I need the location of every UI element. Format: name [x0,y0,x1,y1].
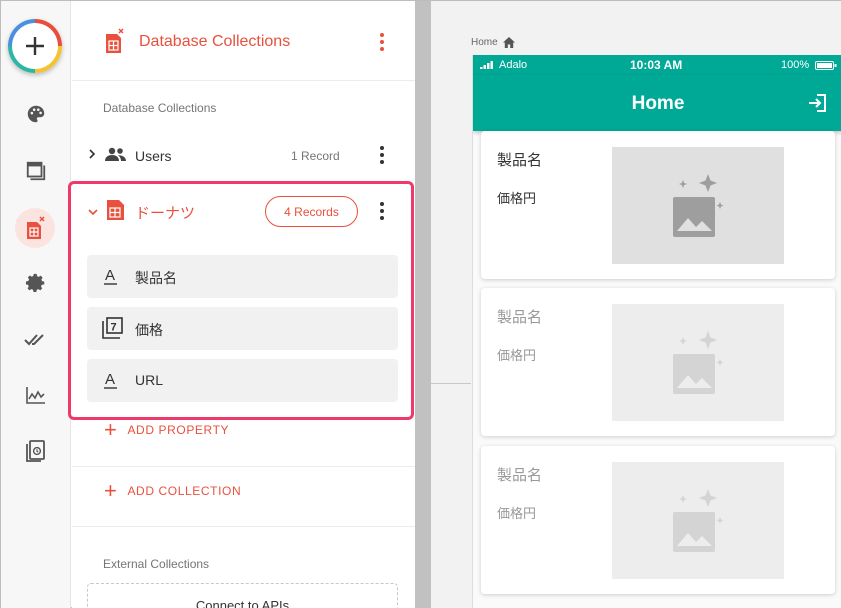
list-item-card[interactable]: 製品名 価格円 [481,288,835,436]
battery-percent: 100% [781,59,810,71]
plus-icon: + [104,478,118,503]
divider [72,466,415,467]
analytics-chart-icon[interactable] [18,377,54,413]
branding-palette-icon[interactable] [18,96,54,132]
collection-record-count: 1 Record [291,149,340,163]
product-price: 価格円 [497,348,537,363]
image-placeholder [612,147,784,264]
product-price: 価格円 [497,506,537,521]
screen-title: Home [631,93,685,114]
list-item-card[interactable]: 製品名 価格円 [481,446,835,594]
app-bar: Home [473,75,841,131]
panel-title: Database Collections [139,33,291,50]
plus-icon [26,37,44,55]
screens-icon[interactable] [18,153,54,189]
logout-icon[interactable] [807,93,827,118]
database-collections-icon [104,28,126,59]
database-icon[interactable] [15,208,55,248]
settings-gear-icon[interactable] [18,265,54,301]
status-time: 10:03 AM [630,58,683,72]
product-name: 製品名 [497,152,543,169]
collection-row-users[interactable]: Users 1 Record [72,135,415,175]
connect-apis-button[interactable]: Connect to APIs [87,583,398,608]
plus-icon: + [104,417,118,442]
collection-name: Users [135,148,172,164]
image-placeholder-icon [673,488,724,552]
highlight-box [68,181,414,420]
add-collection-button[interactable]: + ADD COLLECTION [104,478,242,503]
chevron-right-icon[interactable] [88,148,96,162]
panel-scrollbar[interactable] [415,1,431,608]
divider [72,526,415,527]
add-property-button[interactable]: + ADD PROPERTY [104,417,230,442]
battery-icon [815,61,837,70]
app-window: Database Collections Database Collection… [0,0,841,608]
status-bar: Adalo 10:03 AM 100% [473,55,841,75]
image-placeholder [612,304,784,421]
image-placeholder-icon [673,330,724,394]
users-group-icon [105,147,127,166]
link-connector [431,383,471,384]
screen-breadcrumb[interactable]: Home [471,37,515,48]
add-collection-label: ADD COLLECTION [127,484,242,498]
product-price: 価格円 [497,191,537,206]
publish-checks-icon[interactable] [18,321,54,357]
add-property-label: ADD PROPERTY [127,423,230,437]
versions-clipboard-icon[interactable] [18,433,54,469]
product-name: 製品名 [497,467,543,484]
home-icon [502,37,515,48]
product-name: 製品名 [497,309,543,326]
panel-header: Database Collections [72,1,415,81]
panel-menu-button[interactable] [372,30,392,54]
collection-menu-button[interactable] [372,143,392,167]
list-item-card[interactable]: 製品名 価格円 [481,131,835,279]
left-icon-rail [1,1,71,608]
section-label-external: External Collections [103,557,210,571]
carrier-label: Adalo [499,59,528,71]
signal-icon [480,61,493,69]
phone-screen-preview[interactable]: Adalo 10:03 AM 100% Home 製品名 価格円 製品名 価格円 [472,55,841,608]
image-placeholder-icon [673,173,724,237]
section-label-database: Database Collections [103,101,217,115]
screen-name-label: Home [471,37,498,48]
image-placeholder [612,462,784,579]
add-component-button[interactable] [8,19,62,73]
